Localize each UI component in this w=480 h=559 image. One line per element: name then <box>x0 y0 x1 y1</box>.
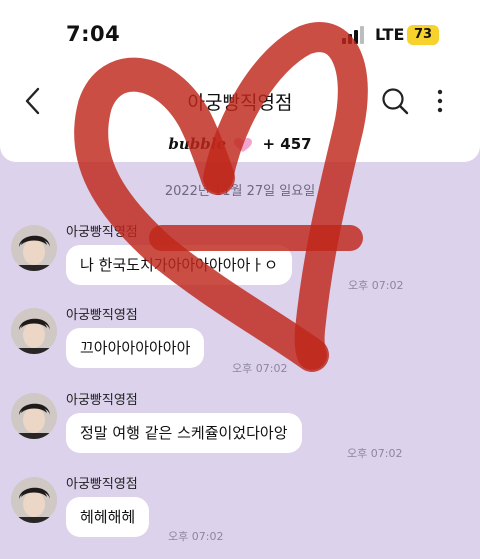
more-vertical-icon <box>437 89 443 113</box>
bubble-count-row: bubble + 457 <box>0 135 480 153</box>
message-time: 오후 07:02 <box>348 279 404 292</box>
signal-icon <box>342 26 366 44</box>
network-label: LTE <box>375 25 405 44</box>
status-time: 7:04 <box>66 22 121 46</box>
sender-name: 아궁빵직영점 <box>66 477 138 492</box>
message-time: 오후 07:02 <box>347 447 403 460</box>
heart-icon <box>234 137 253 152</box>
avatar[interactable] <box>11 393 57 439</box>
message-bubble[interactable]: 끄아아아아아아아 <box>66 328 205 368</box>
search-button[interactable] <box>380 86 410 116</box>
status-bar: 7:04 LTE 73 <box>0 0 480 70</box>
avatar-image <box>11 225 57 271</box>
message-time: 오후 07:02 <box>232 362 288 375</box>
message-bubble[interactable]: 정말 여행 같은 스케쥴이었다아앙 <box>66 413 302 453</box>
avatar[interactable] <box>11 225 57 271</box>
message-bubble[interactable]: 헤헤해헤 <box>66 497 150 537</box>
bubble-count: + 457 <box>262 135 312 153</box>
bubble-logo: bubble <box>168 135 227 153</box>
avatar-image <box>11 308 57 354</box>
avatar-image <box>11 393 57 439</box>
sender-name: 아궁빵직영점 <box>66 308 138 323</box>
chat-header: 아궁빵직영점 bubble + 457 <box>0 70 480 162</box>
sender-name: 아궁빵직영점 <box>66 393 138 408</box>
search-icon <box>382 88 409 115</box>
date-divider: 2022년 11월 27일 일요일 <box>164 184 316 199</box>
more-options-button[interactable] <box>430 86 450 116</box>
avatar[interactable] <box>11 308 57 354</box>
sender-name: 아궁빵직영점 <box>66 225 138 240</box>
message-time: 오후 07:02 <box>168 530 224 543</box>
battery-indicator: 73 <box>407 25 439 45</box>
avatar[interactable] <box>11 477 57 523</box>
avatar-image <box>11 477 57 523</box>
message-bubble[interactable]: 나 한국도치가아아아아아아ㅏㅇ <box>66 245 292 285</box>
